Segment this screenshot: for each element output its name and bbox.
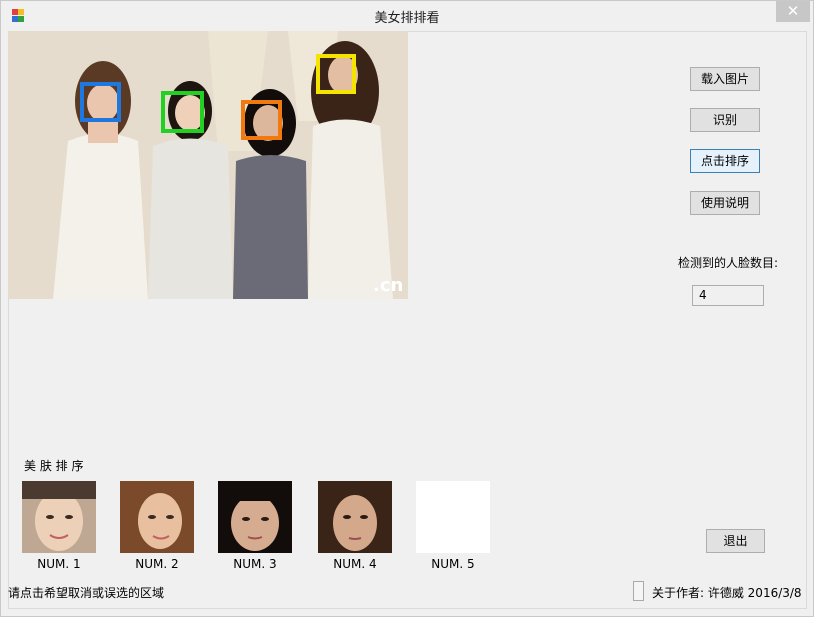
face-box-orange <box>241 100 282 140</box>
ranked-face-1 <box>22 481 96 553</box>
instructions-button[interactable]: 使用说明 <box>690 191 760 215</box>
watermark: .cn <box>373 275 403 296</box>
author-info: 关于作者: 许德威 2016/3/8 <box>652 586 802 600</box>
rank-label-5: NUM. 5 <box>431 557 475 571</box>
photo-display[interactable]: .cn <box>8 31 408 299</box>
close-button[interactable]: ✕ <box>776 1 810 22</box>
exit-button[interactable]: 退出 <box>706 529 765 553</box>
face-count-field[interactable]: 4 <box>692 285 764 306</box>
window-title: 美女排排看 <box>374 11 440 26</box>
rank-label-1: NUM. 1 <box>37 557 81 571</box>
status-separator <box>633 581 644 601</box>
status-hint: 请点击希望取消或误选的区域 <box>8 586 165 600</box>
ranked-face-4 <box>318 481 392 553</box>
load-image-button[interactable]: 载入图片 <box>690 67 760 91</box>
rank-label-3: NUM. 3 <box>233 557 277 571</box>
rank-label-2: NUM. 2 <box>135 557 179 571</box>
face-count-label: 检测到的人脸数目: <box>678 256 779 270</box>
recognize-button[interactable]: 识别 <box>690 108 760 132</box>
ranked-face-3 <box>218 481 292 553</box>
rank-label-4: NUM. 4 <box>333 557 377 571</box>
face-box-blue <box>80 82 121 122</box>
ranking-label: 美 肤 排 序 <box>24 459 84 473</box>
ranked-face-5-empty <box>416 481 490 553</box>
face-box-green <box>161 91 204 133</box>
ranked-face-2 <box>120 481 194 553</box>
sort-button[interactable]: 点击排序 <box>690 149 760 173</box>
face-box-yellow <box>316 54 356 94</box>
title-bar: 美女排排看 ✕ <box>1 1 813 31</box>
